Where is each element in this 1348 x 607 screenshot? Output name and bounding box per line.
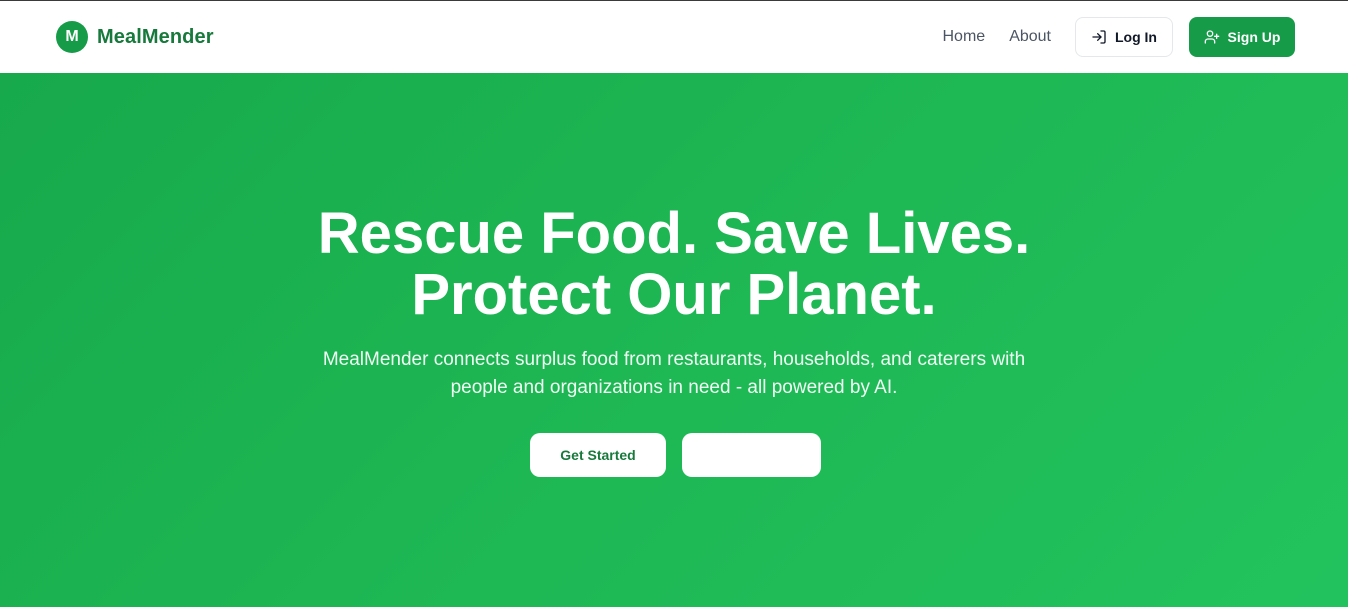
signup-label: Sign Up xyxy=(1227,29,1281,45)
hero-subtitle: MealMender connects surplus food from re… xyxy=(0,346,1348,402)
nav-link-about[interactable]: About xyxy=(1009,28,1051,46)
user-plus-icon xyxy=(1204,29,1220,45)
brand-name: MealMender xyxy=(97,25,214,48)
login-button[interactable]: Log In xyxy=(1075,17,1173,57)
signup-button[interactable]: Sign Up xyxy=(1189,17,1295,57)
login-label: Log In xyxy=(1115,29,1157,45)
secondary-cta-button[interactable] xyxy=(682,433,821,477)
hero-title-line-2: Protect Our Planet. xyxy=(411,262,937,327)
hero-actions: Get Started xyxy=(530,433,821,477)
hero-title-line-1: Rescue Food. Save Lives. xyxy=(317,201,1031,266)
nav-link-home[interactable]: Home xyxy=(943,28,986,46)
hero-section: Rescue Food. Save Lives. Protect Our Pla… xyxy=(0,73,1348,607)
brand-logo-link[interactable]: M MealMender xyxy=(56,21,214,53)
hero-title: Rescue Food. Save Lives. Protect Our Pla… xyxy=(0,203,1348,325)
navbar: M MealMender Home About Log In Sign Up xyxy=(0,1,1348,73)
login-icon xyxy=(1091,29,1107,45)
brand-badge: M xyxy=(56,21,88,53)
nav-menu: Home About Log In Sign Up xyxy=(943,17,1295,57)
hero-subtitle-line-2: people and organizations in need - all p… xyxy=(450,377,898,398)
get-started-button[interactable]: Get Started xyxy=(530,433,666,477)
hero-subtitle-line-1: MealMender connects surplus food from re… xyxy=(322,349,1026,370)
